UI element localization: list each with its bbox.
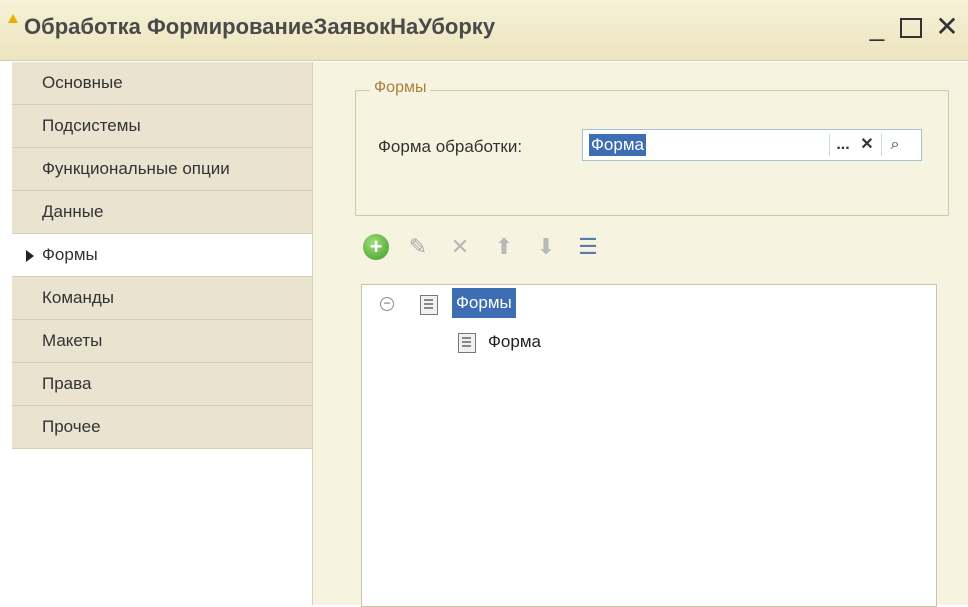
close-button[interactable]: ✕ xyxy=(932,12,962,42)
modified-marker-icon xyxy=(8,14,18,23)
sort-icon: ☰ xyxy=(578,234,598,259)
sidebar-item-label: Макеты xyxy=(42,331,103,350)
processing-form-value: Форма xyxy=(589,134,646,156)
sidebar-item-label: Функциональные опции xyxy=(42,159,230,178)
processing-form-field[interactable]: Форма ... ✕ ⌕ xyxy=(582,129,922,161)
sidebar-item-label: Подсистемы xyxy=(42,116,141,135)
sidebar-item-makety[interactable]: Макеты xyxy=(12,320,312,363)
move-up-button[interactable]: ⬆ xyxy=(489,230,519,264)
configuration-window: Обработка ФормированиеЗаявокНаУборку _ ✕… xyxy=(0,0,968,607)
move-down-icon: ⬇ xyxy=(536,234,556,259)
move-up-icon: ⬆ xyxy=(494,234,514,259)
sidebar-item-label: Права xyxy=(42,374,92,393)
add-icon: + xyxy=(363,234,389,260)
move-down-button[interactable]: ⬇ xyxy=(531,230,561,264)
maximize-icon xyxy=(900,18,922,38)
sidebar-item-label: Основные xyxy=(42,73,123,92)
edit-icon: ✎ xyxy=(408,234,428,259)
delete-button[interactable]: ✕ xyxy=(445,230,475,264)
main-panel: Формы Форма обработки: Форма ... ✕ ⌕ + ✎… xyxy=(313,62,968,607)
minimize-button[interactable]: _ xyxy=(862,12,892,42)
current-section-arrow-icon xyxy=(26,250,34,262)
sidebar-item-komandy[interactable]: Команды xyxy=(12,277,312,320)
sidebar-item-dannye[interactable]: Данные xyxy=(12,191,312,234)
sidebar-item-label: Формы xyxy=(42,245,98,264)
forms-folder-icon xyxy=(420,295,438,315)
sidebar-item-label: Команды xyxy=(42,288,115,307)
sidebar-item-prochee[interactable]: Прочее xyxy=(12,406,312,449)
sidebar-item-label: Данные xyxy=(42,202,104,221)
collapse-icon[interactable]: − xyxy=(380,297,394,311)
field-separator xyxy=(829,134,830,156)
form-icon xyxy=(458,333,476,353)
tree-node-forms[interactable]: Формы xyxy=(452,288,516,318)
sidebar-item-prava[interactable]: Права xyxy=(12,363,312,406)
processing-form-label: Форма обработки: xyxy=(378,137,523,156)
forms-tree: − Формы Форма xyxy=(361,284,937,607)
sidebar-item-osnovnye[interactable]: Основные xyxy=(12,62,312,105)
sort-button[interactable]: ☰ xyxy=(573,230,603,264)
select-button[interactable]: ... xyxy=(831,132,855,158)
sidebar-item-podsistemy[interactable]: Подсистемы xyxy=(12,105,312,148)
title-bar: Обработка ФормированиеЗаявокНаУборку _ ✕ xyxy=(0,0,968,61)
search-button[interactable]: ⌕ xyxy=(883,132,907,158)
sidebar-item-funktsionalnye-optsii[interactable]: Функциональные опции xyxy=(12,148,312,191)
delete-icon: ✕ xyxy=(450,234,470,259)
clear-button[interactable]: ✕ xyxy=(855,132,879,158)
window-title: Обработка ФормированиеЗаявокНаУборку xyxy=(24,14,496,39)
tree-node-form[interactable]: Форма xyxy=(488,327,541,357)
maximize-button[interactable] xyxy=(896,12,926,42)
sidebar: Основные Подсистемы Функциональные опции… xyxy=(12,62,313,605)
sidebar-item-label: Прочее xyxy=(42,417,101,436)
sidebar-item-formy[interactable]: Формы xyxy=(12,234,312,277)
edit-button[interactable]: ✎ xyxy=(403,230,433,264)
add-button[interactable]: + xyxy=(361,230,391,264)
group-title: Формы xyxy=(370,79,431,97)
field-separator xyxy=(881,134,882,156)
forms-group: Формы Форма обработки: Форма ... ✕ ⌕ xyxy=(355,79,949,216)
